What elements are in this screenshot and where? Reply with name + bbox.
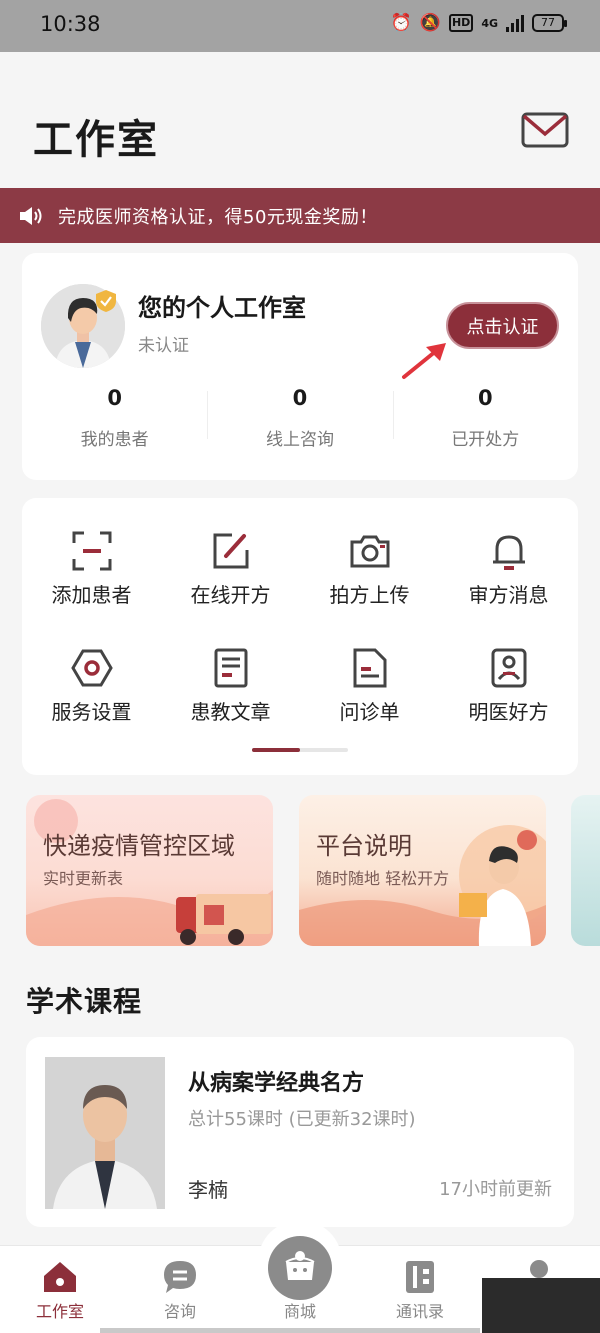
stats-row: 0 我的患者 0 线上咨询 0 已开处方 <box>22 383 578 453</box>
camera-icon <box>350 535 389 568</box>
header: 工作室 <box>0 52 600 188</box>
shortcut-consultation-form[interactable]: 问诊单 <box>300 635 439 752</box>
profile-card: 您的个人工作室 未认证 点击认证 0 我的患者 0 线上咨询 0 已开处方 <box>22 253 578 480</box>
battery-icon: 77 <box>532 14 567 32</box>
article-icon <box>214 648 247 688</box>
shortcut-label: 明医好方 <box>468 700 549 724</box>
signal-icon <box>506 14 524 32</box>
profile-tab-icon[interactable] <box>530 1260 548 1278</box>
course-updated-time: 17小时前更新 <box>439 1179 552 1200</box>
shortcut-service-settings[interactable]: 服务设置 <box>22 635 161 752</box>
edit-icon <box>213 533 248 569</box>
shortcut-add-patient[interactable]: 添加患者 <box>22 518 161 635</box>
contacts-icon <box>406 1261 434 1293</box>
section-title: 学术课程 <box>26 985 143 1018</box>
shortcut-label: 服务设置 <box>51 700 132 724</box>
status-bar: 10:38 ⏰ 🔕 HD 4G 77 <box>0 0 600 52</box>
status-time: 10:38 <box>40 12 101 36</box>
hd-icon: HD <box>448 14 474 32</box>
certify-button[interactable]: 点击认证 <box>446 302 559 349</box>
shortcut-label: 审方消息 <box>468 583 549 607</box>
verified-badge-icon <box>96 290 116 312</box>
shortcut-label: 患教文章 <box>190 700 271 724</box>
shop-center-button[interactable] <box>268 1236 332 1300</box>
shortcut-patient-articles[interactable]: 患教文章 <box>161 635 300 752</box>
certification-status: 未认证 <box>138 336 189 356</box>
tab-studio[interactable]: 工作室 <box>10 1246 110 1333</box>
home-icon <box>44 1262 76 1292</box>
network-type: 4G <box>481 16 498 30</box>
notice-bar[interactable]: 完成医师资格认证，得50元现金奖励！ <box>0 188 600 243</box>
form-icon <box>353 648 386 688</box>
banner-title: 平台说明 <box>316 832 412 860</box>
status-icons: ⏰ 🔕 HD 4G 77 <box>390 13 567 33</box>
mail-icon[interactable] <box>521 112 569 148</box>
shortcut-online-prescription[interactable]: 在线开方 <box>161 518 300 635</box>
shortcut-grid: 添加患者 在线开方 拍方上传 审方消息 服务设置 患教文章 问诊单 明医好方 <box>22 518 578 752</box>
shortcut-label: 问诊单 <box>339 700 400 724</box>
banner-title: 快递疫情管控区域 <box>43 832 235 860</box>
notice-text: 完成医师资格认证，得50元现金奖励！ <box>58 206 378 228</box>
shortcut-label: 拍方上传 <box>329 583 410 607</box>
course-card[interactable]: 从病案学经典名方 总计55课时 (已更新32课时) 李楠 17小时前更新 <box>26 1037 574 1227</box>
shortcut-famous-prescriptions[interactable]: 明医好方 <box>439 635 578 752</box>
speaker-icon <box>20 206 42 225</box>
banner-platform-guide[interactable]: 平台说明 随时随地 轻松开方 <box>299 795 546 946</box>
stat-label: 线上咨询 <box>265 430 334 450</box>
bell-icon <box>492 535 525 570</box>
tab-label: 工作室 <box>35 1302 84 1321</box>
mute-bell-icon: 🔕 <box>419 13 441 33</box>
shortcut-label: 添加患者 <box>51 583 132 607</box>
tab-label: 通讯录 <box>395 1302 444 1321</box>
course-lessons: 总计55课时 (已更新32课时) <box>188 1109 416 1130</box>
course-teacher: 李楠 <box>188 1178 228 1202</box>
course-title: 从病案学经典名方 <box>188 1071 365 1096</box>
studio-name: 您的个人工作室 <box>138 294 306 322</box>
alarm-icon: ⏰ <box>390 13 412 33</box>
stat-label: 我的患者 <box>80 430 149 450</box>
page-title: 工作室 <box>33 116 159 163</box>
shortcut-grid-card: 添加患者 在线开方 拍方上传 审方消息 服务设置 患教文章 问诊单 明医好方 <box>22 498 578 775</box>
tab-consult[interactable]: 咨询 <box>130 1246 230 1333</box>
shop-icon <box>285 1251 315 1280</box>
banner-subtitle: 实时更新表 <box>43 869 124 888</box>
stat-value: 0 <box>292 386 308 410</box>
shortcut-review-messages[interactable]: 审方消息 <box>439 518 578 635</box>
shortcut-photo-upload[interactable]: 拍方上传 <box>300 518 439 635</box>
stat-value: 0 <box>107 386 122 410</box>
stat-label: 已开处方 <box>451 430 520 450</box>
stat-value: 0 <box>478 386 493 410</box>
tab-contacts[interactable]: 通讯录 <box>370 1246 470 1333</box>
tab-label: 商城 <box>283 1302 316 1321</box>
settings-icon <box>70 649 113 687</box>
home-indicator <box>100 1328 480 1333</box>
stat-patients[interactable]: 0 我的患者 <box>22 383 207 453</box>
pointer-arrow-icon <box>402 343 446 379</box>
id-card-icon <box>491 648 526 688</box>
chat-icon <box>164 1261 196 1293</box>
banner-epidemic-zones[interactable]: 快递疫情管控区域 实时更新表 <box>26 795 273 946</box>
shortcut-label: 在线开方 <box>190 583 271 607</box>
scan-icon <box>72 531 111 571</box>
stat-consultations[interactable]: 0 线上咨询 <box>207 383 392 453</box>
banner-subtitle: 随时随地 轻松开方 <box>316 869 450 888</box>
banner-partial-next[interactable] <box>571 795 600 946</box>
corner-overlay <box>482 1278 600 1333</box>
page-indicator <box>252 748 348 752</box>
stat-prescriptions[interactable]: 0 已开处方 <box>392 383 578 453</box>
course-teacher-photo <box>45 1057 165 1209</box>
tab-label: 咨询 <box>163 1302 196 1321</box>
